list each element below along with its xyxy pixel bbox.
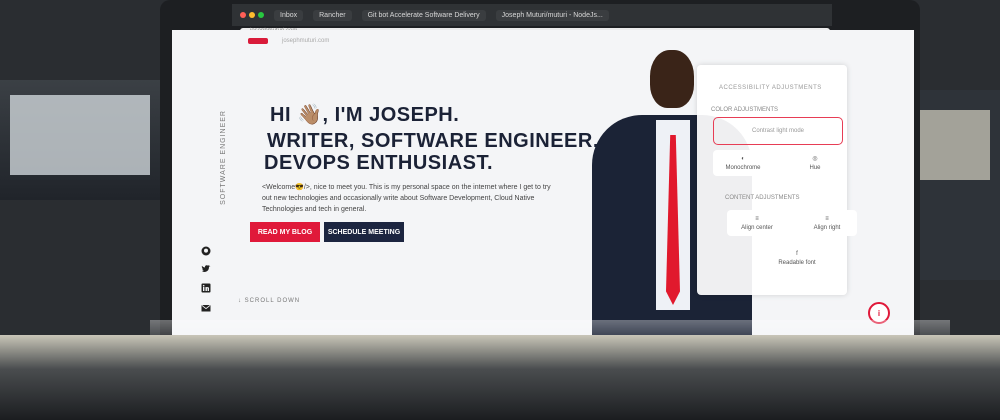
- schedule-meeting-button[interactable]: SCHEDULE MEETING: [324, 222, 404, 242]
- breadcrumb: josephmuturi.com: [282, 38, 330, 44]
- background-box-right: [920, 110, 990, 180]
- minimize-window-icon[interactable]: [249, 12, 255, 18]
- intro-paragraph: <Welcome😎/>, nice to meet you. This is m…: [262, 184, 551, 213]
- accessibility-panel: ACCESSIBILITY ADJUSTMENTS COLOR ADJUSTME…: [697, 65, 857, 295]
- align-center-button[interactable]: ≡ Align center: [727, 210, 787, 236]
- browser-tab[interactable]: Joseph Muturi/muturi - NodeJs...: [495, 9, 609, 21]
- browser-tab[interactable]: Inbox: [274, 9, 304, 21]
- mail-icon[interactable]: [200, 302, 212, 314]
- background-box: [10, 95, 150, 175]
- align-center-label: Align center: [741, 224, 773, 231]
- align-center-icon: ≡: [755, 215, 759, 222]
- color-adjustments-heading: COLOR ADJUSTMENTS: [711, 107, 779, 113]
- half-circle-icon: ◐: [741, 155, 745, 162]
- site-logo[interactable]: [248, 38, 268, 44]
- github-icon[interactable]: [200, 245, 212, 257]
- arrow-down-icon: ↓: [238, 298, 242, 304]
- hue-label: Hue: [809, 165, 821, 171]
- align-right-button[interactable]: ≡ Align right: [797, 210, 857, 236]
- laptop-base: [0, 335, 1000, 420]
- linkedin-icon[interactable]: [200, 282, 212, 294]
- contrast-light-mode-button[interactable]: Contrast light mode: [713, 117, 843, 145]
- readable-font-button[interactable]: f Readable font: [757, 245, 837, 271]
- window-controls[interactable]: [240, 12, 264, 18]
- browser-tab[interactable]: Rancher: [313, 9, 352, 21]
- close-window-icon[interactable]: [240, 12, 246, 18]
- droplet-icon: ◎: [812, 156, 818, 162]
- content-adjustments-heading: CONTENT ADJUSTMENTS: [725, 195, 800, 201]
- scroll-down-label: SCROLL DOWN: [244, 298, 301, 304]
- monochrome-label: Monochrome: [725, 164, 761, 171]
- browser-tab[interactable]: Git bot Accelerate Software Delivery: [361, 9, 486, 21]
- hero-subtitle: DEVOPS ENTHUSIAST.: [264, 152, 494, 174]
- align-right-label: Align right: [813, 224, 841, 231]
- hue-button[interactable]: ◎ Hue: [785, 150, 845, 176]
- align-right-icon: ≡: [825, 215, 829, 222]
- font-icon: f: [796, 250, 798, 257]
- scroll-down-link[interactable]: ↓ SCROLL DOWN: [238, 298, 300, 304]
- hero-title: WRITER, SOFTWARE ENGINEER,: [267, 130, 599, 152]
- photo-head: [650, 50, 694, 108]
- hero-greeting: HI 👋🏽, I'M JOSEPH.: [270, 104, 460, 126]
- readable-font-label: Readable font: [778, 259, 816, 266]
- browser-tab-bar: Inbox Rancher Git bot Accelerate Softwar…: [232, 4, 832, 26]
- monochrome-button[interactable]: ◐ Monochrome: [713, 150, 773, 176]
- read-blog-button[interactable]: READ MY BLOG: [250, 222, 320, 242]
- website-viewport: josephmuturi.com SOFTWARE ENGINEER HI 👋🏽…: [172, 30, 914, 335]
- twitter-icon[interactable]: [200, 263, 212, 275]
- maximize-window-icon[interactable]: [258, 12, 264, 18]
- side-tagline: SOFTWARE ENGINEER: [220, 110, 227, 205]
- panel-title: ACCESSIBILITY ADJUSTMENTS: [719, 85, 822, 91]
